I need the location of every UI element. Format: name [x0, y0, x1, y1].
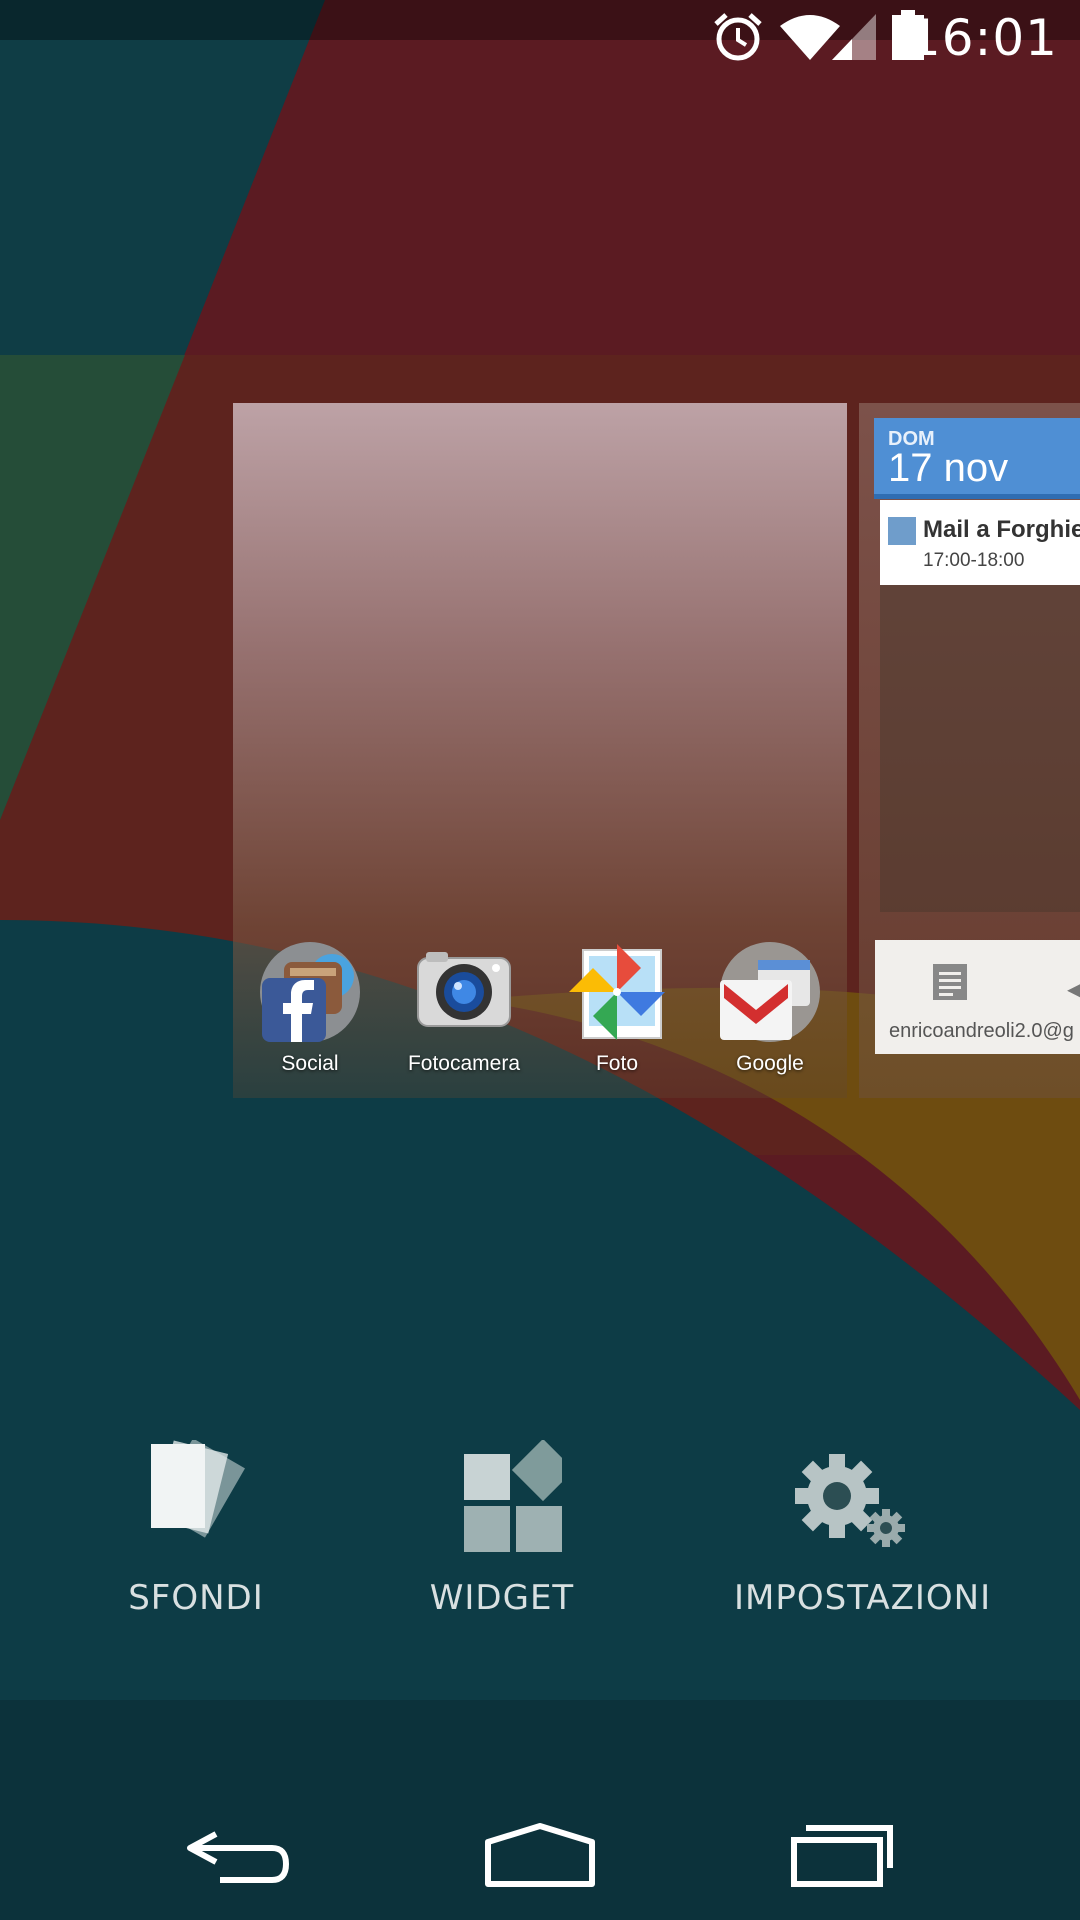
camera-icon [412, 940, 516, 1044]
event-color-swatch [888, 517, 916, 545]
chevron-left-icon[interactable]: ◀ [1067, 972, 1080, 1005]
clock: 16:01 [908, 9, 1058, 67]
app-label: Fotocamera [407, 1052, 521, 1075]
signal-icon [832, 14, 876, 60]
event-title: Mail a Forghie [923, 516, 1080, 543]
app-label: Social [281, 1052, 339, 1075]
social-folder-icon [258, 940, 362, 1044]
option-label: IMPOSTAZIONI [734, 1578, 992, 1618]
app-social[interactable]: Social [240, 940, 380, 1076]
app-fotocamera[interactable]: Fotocamera [394, 940, 534, 1076]
photos-pinwheel-icon [565, 940, 669, 1044]
widget-button[interactable]: WIDGET [425, 1440, 579, 1618]
app-label: Foto [595, 1052, 639, 1075]
settings-icon [795, 1454, 905, 1547]
calendar-date: 17 nov [888, 446, 1009, 490]
widgets-icon [464, 1440, 562, 1552]
recents-icon[interactable] [790, 1822, 896, 1888]
calendar-widget-body [880, 585, 1080, 912]
impostazioni-button[interactable]: IMPOSTAZIONI [734, 1440, 992, 1618]
wifi-icon [780, 15, 840, 60]
app-foto[interactable]: Foto [547, 940, 687, 1076]
status-bar: 16:01 [0, 0, 1080, 75]
home-icon[interactable] [484, 1822, 596, 1888]
calendar-event[interactable]: Mail a Forghie 17:00-18:00 [880, 500, 1080, 585]
app-label: Google [736, 1052, 804, 1075]
option-label: SFONDI [128, 1578, 264, 1618]
back-icon[interactable] [186, 1826, 290, 1886]
app-google[interactable]: Google [700, 940, 840, 1076]
google-folder-icon [718, 940, 822, 1044]
option-label: WIDGET [429, 1578, 575, 1618]
gmail-account: enricoandreoli2.0@g [889, 1020, 1074, 1042]
compose-icon[interactable] [930, 962, 970, 1002]
sfondi-button[interactable]: SFONDI [118, 1440, 274, 1618]
event-time: 17:00-18:00 [923, 550, 1025, 571]
calendar-widget-header[interactable]: DOM 17 nov [874, 418, 1080, 499]
navigation-bar [0, 1780, 1080, 1920]
wallpapers-icon [151, 1440, 245, 1538]
gmail-widget[interactable]: ◀ enricoandreoli2.0@g [875, 940, 1080, 1054]
alarm-icon [714, 13, 762, 61]
